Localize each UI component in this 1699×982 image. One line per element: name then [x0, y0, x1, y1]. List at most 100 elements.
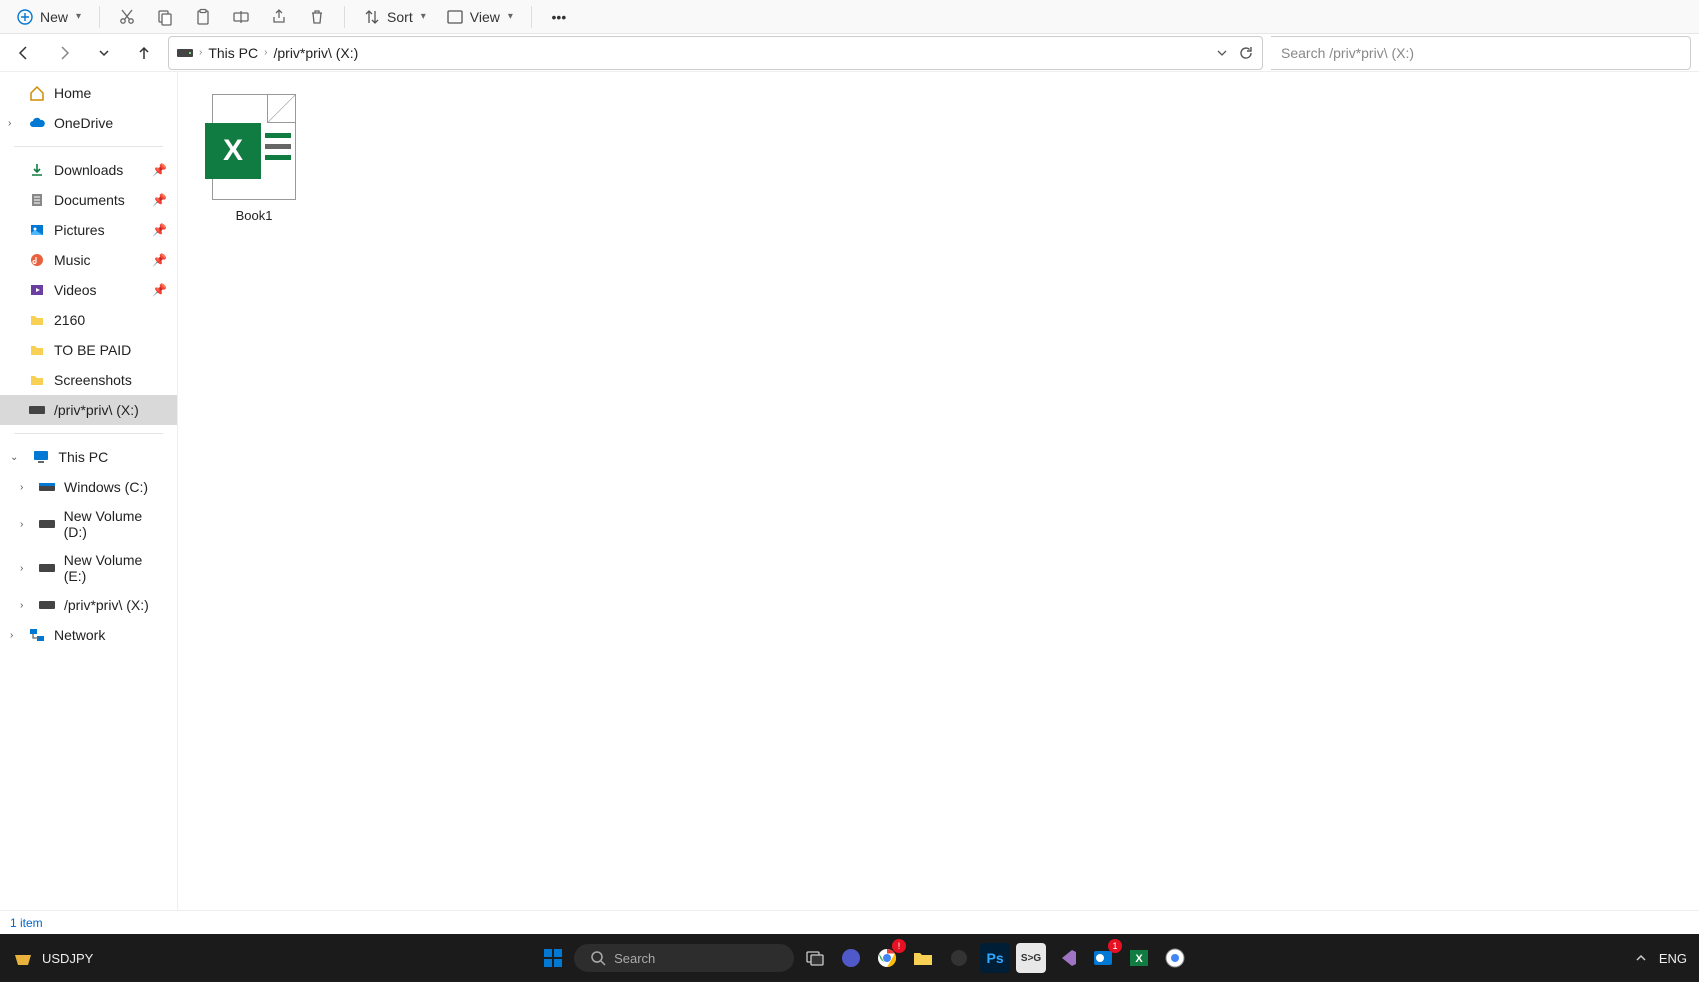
excel-icon[interactable]: X — [1124, 943, 1154, 973]
app-icon[interactable] — [944, 943, 974, 973]
taskbar-right: ENG — [1635, 951, 1687, 966]
sidebar-network[interactable]: › Network — [0, 620, 177, 650]
view-icon — [446, 8, 464, 26]
taskbar-widgets[interactable]: USDJPY — [12, 947, 93, 969]
search-input[interactable] — [1281, 45, 1680, 61]
chevron-right-icon[interactable]: › — [20, 519, 23, 530]
chevron-down-icon: ▾ — [76, 11, 81, 22]
sidebar-network-label: Network — [54, 627, 105, 643]
sidebar-item-label: /priv*priv\ (X:) — [64, 597, 149, 613]
divider — [14, 433, 163, 434]
sidebar-item-label: Screenshots — [54, 372, 132, 388]
language-indicator[interactable]: ENG — [1659, 951, 1687, 966]
cut-button[interactable] — [110, 4, 144, 30]
share-icon — [270, 8, 288, 26]
rename-icon — [232, 8, 250, 26]
network-icon — [28, 626, 46, 644]
forward-button[interactable] — [48, 37, 80, 69]
sidebar-drive-c[interactable]: › Windows (C:) — [0, 472, 177, 502]
new-button[interactable]: New ▾ — [8, 4, 89, 30]
sort-label: Sort — [387, 9, 413, 25]
sidebar-folder-screenshots[interactable]: Screenshots — [0, 365, 177, 395]
sidebar-onedrive[interactable]: › OneDrive — [0, 108, 177, 138]
file-name: Book1 — [236, 208, 273, 223]
sidebar-documents[interactable]: Documents 📌 — [0, 185, 177, 215]
sidebar-item-label: New Volume (E:) — [64, 552, 167, 584]
chevron-down-icon[interactable]: ⌄ — [10, 452, 18, 463]
sidebar-folder-2160[interactable]: 2160 — [0, 305, 177, 335]
separator — [531, 6, 532, 28]
sidebar: Home › OneDrive Downloads 📌 Documents 📌 … — [0, 72, 178, 910]
pin-icon: 📌 — [152, 283, 167, 297]
view-label: View — [470, 9, 500, 25]
chevron-right-icon: › — [199, 47, 202, 58]
taskbar-search[interactable]: Search — [574, 944, 794, 972]
content-area[interactable]: X Book1 — [178, 72, 1699, 910]
sidebar-home[interactable]: Home — [0, 78, 177, 108]
copy-button[interactable] — [148, 4, 182, 30]
separator — [344, 6, 345, 28]
sidebar-thispc-label: This PC — [58, 449, 108, 465]
paste-button[interactable] — [186, 4, 220, 30]
sidebar-drive-x[interactable]: /priv*priv\ (X:) — [0, 395, 177, 425]
view-button[interactable]: View ▾ — [438, 4, 521, 30]
photoshop-icon[interactable]: Ps — [980, 943, 1010, 973]
sidebar-pictures[interactable]: Pictures 📌 — [0, 215, 177, 245]
address-bar[interactable]: › This PC › /priv*priv\ (X:) — [168, 36, 1263, 70]
back-button[interactable] — [8, 37, 40, 69]
file-item[interactable]: X Book1 — [194, 88, 314, 229]
search-icon — [590, 950, 606, 966]
breadcrumb-path[interactable]: /priv*priv\ (X:) — [273, 45, 358, 61]
pin-icon: 📌 — [152, 253, 167, 267]
plus-circle-icon — [16, 8, 34, 26]
start-button[interactable] — [538, 943, 568, 973]
pin-icon: 📌 — [152, 193, 167, 207]
svg-text:X: X — [1135, 953, 1143, 965]
recent-button[interactable] — [88, 37, 120, 69]
chevron-right-icon[interactable]: › — [10, 630, 13, 641]
rename-button[interactable] — [224, 4, 258, 30]
item-count: 1 item — [10, 916, 43, 930]
sidebar-item-label: Pictures — [54, 222, 105, 238]
sidebar-music[interactable]: Music 📌 — [0, 245, 177, 275]
cut-icon — [118, 8, 136, 26]
sidebar-videos[interactable]: Videos 📌 — [0, 275, 177, 305]
up-button[interactable] — [128, 37, 160, 69]
sort-icon — [363, 8, 381, 26]
teams-icon[interactable] — [836, 943, 866, 973]
breadcrumb-root[interactable]: This PC — [208, 45, 258, 61]
sidebar-folder-tobepaid[interactable]: TO BE PAID — [0, 335, 177, 365]
chrome-icon[interactable] — [872, 943, 902, 973]
sidebar-drive-x-tree[interactable]: › /priv*priv\ (X:) — [0, 590, 177, 620]
explorer-icon[interactable] — [908, 943, 938, 973]
sidebar-downloads[interactable]: Downloads 📌 — [0, 155, 177, 185]
chrome-icon-2[interactable] — [1160, 943, 1190, 973]
chevron-down-icon[interactable] — [1216, 47, 1228, 59]
more-button[interactable]: ••• — [542, 4, 576, 30]
pictures-icon — [28, 221, 46, 239]
delete-button[interactable] — [300, 4, 334, 30]
monitor-icon — [32, 448, 50, 466]
taskbar-search-label: Search — [614, 951, 655, 966]
sidebar-drive-e[interactable]: › New Volume (E:) — [0, 546, 177, 590]
sidebar-thispc[interactable]: ⌄ This PC — [0, 442, 177, 472]
share-button[interactable] — [262, 4, 296, 30]
videos-icon — [28, 281, 46, 299]
visualstudio-icon[interactable] — [1052, 943, 1082, 973]
sidebar-drive-d[interactable]: › New Volume (D:) — [0, 502, 177, 546]
chevron-right-icon[interactable]: › — [20, 600, 23, 611]
home-icon — [28, 84, 46, 102]
address-right — [1216, 45, 1254, 61]
app-icon[interactable]: S>G — [1016, 943, 1046, 973]
chevron-right-icon[interactable]: › — [8, 118, 11, 129]
taskbar-center: Search Ps S>G X — [101, 943, 1627, 973]
sort-button[interactable]: Sort ▾ — [355, 4, 434, 30]
drive-icon — [38, 596, 56, 614]
chevron-right-icon[interactable]: › — [20, 482, 23, 493]
search-box[interactable] — [1271, 36, 1691, 70]
refresh-button[interactable] — [1238, 45, 1254, 61]
outlook-icon[interactable] — [1088, 943, 1118, 973]
chevron-right-icon[interactable]: › — [20, 563, 23, 574]
taskview-button[interactable] — [800, 943, 830, 973]
chevron-up-icon[interactable] — [1635, 952, 1647, 964]
